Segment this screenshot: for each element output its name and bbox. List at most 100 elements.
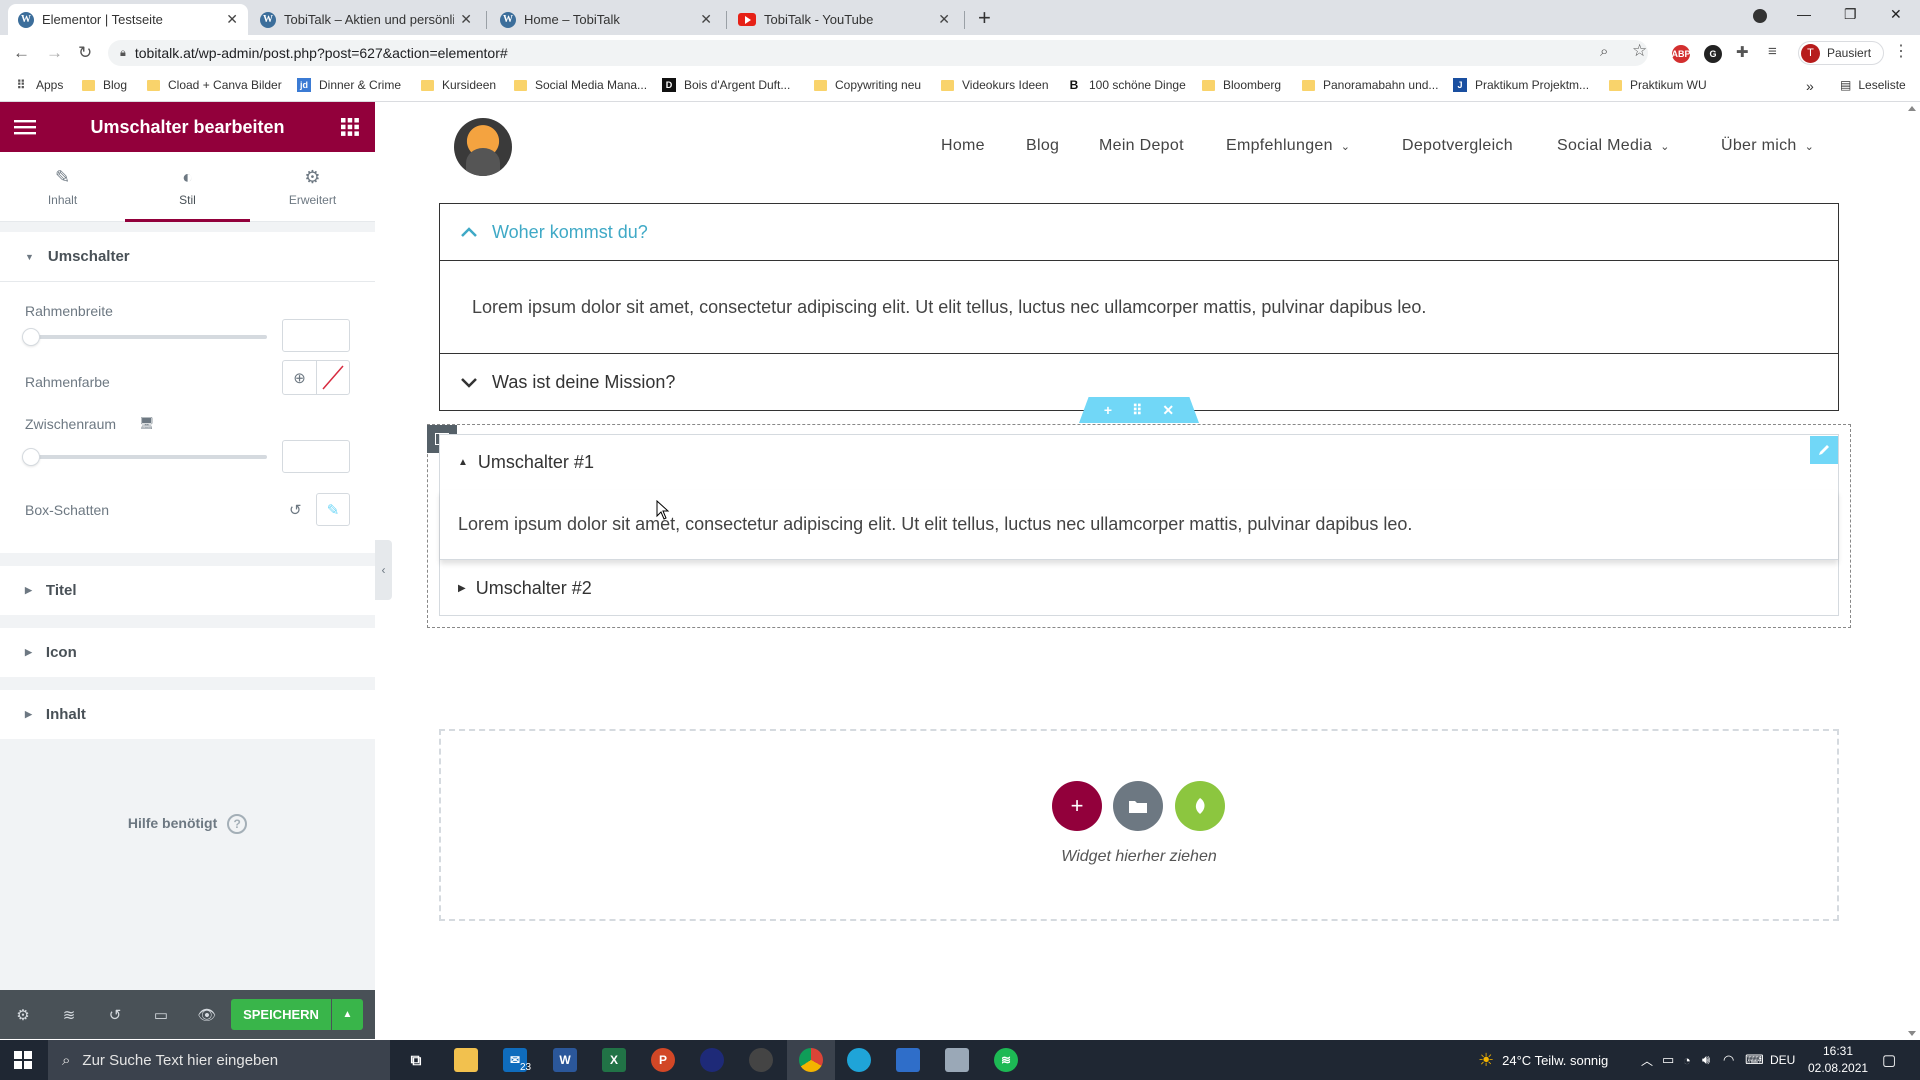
collapse-panel-icon[interactable]: ‹ <box>375 540 392 600</box>
spacing-slider[interactable] <box>22 448 267 466</box>
bookmark-bloomberg[interactable]: Bloomberg <box>1202 78 1281 92</box>
tray-icon[interactable]: ▭ <box>1662 1040 1674 1080</box>
widgets-grid-icon[interactable] <box>325 118 375 136</box>
bookmark-social-media[interactable]: Social Media Mana... <box>514 78 647 92</box>
edit-pencil-icon[interactable]: ✎ <box>316 493 350 526</box>
notepad-icon[interactable] <box>945 1048 969 1072</box>
add-section-icon[interactable]: + <box>1104 402 1112 418</box>
preview-eye-icon[interactable]: 👁︎ <box>184 1006 230 1024</box>
obs-icon[interactable] <box>749 1048 773 1072</box>
template-library-folder-icon[interactable] <box>1113 781 1163 831</box>
accordion-item-title[interactable]: Woher kommst du? <box>440 204 1838 260</box>
bookmark-star-icon[interactable]: ☆ <box>1632 41 1647 61</box>
border-width-input[interactable] <box>282 319 350 352</box>
reading-list[interactable]: ▤ Leseliste <box>1840 78 1906 92</box>
browser-tab-youtube[interactable]: TobiTalk - YouTube ✕ <box>728 4 960 35</box>
slider-handle[interactable] <box>22 448 40 466</box>
zoom-icon[interactable]: ⌕ <box>1600 43 1608 60</box>
keyboard-icon[interactable]: ⌨ <box>1745 1040 1764 1080</box>
back-icon[interactable]: ← <box>13 43 30 63</box>
bookmark-dinner-crime[interactable]: jd Dinner & Crime <box>297 78 401 92</box>
media-icon[interactable]: ≡ <box>1768 43 1777 60</box>
section-icon[interactable]: ▶ Icon <box>0 628 375 677</box>
tab-stil[interactable]: ◐ Stil <box>125 152 250 222</box>
bookmark-praktikum-wu[interactable]: Praktikum WU <box>1609 78 1707 92</box>
nav-home[interactable]: Home <box>941 135 985 157</box>
settings-icon[interactable]: ⚙ <box>0 1006 46 1024</box>
nav-empfehlungen[interactable]: Empfehlungen ⌄ <box>1226 135 1350 157</box>
bookmark-videokurs[interactable]: Videokurs Ideen <box>941 78 1049 92</box>
spacing-input[interactable] <box>282 440 350 473</box>
grammarly-icon[interactable]: G <box>1704 45 1722 63</box>
profile-button[interactable]: T Pausiert <box>1798 41 1884 65</box>
nav-ueber-mich[interactable]: Über mich ⌄ <box>1721 135 1814 157</box>
tab-erweitert[interactable]: ⚙ Erweitert <box>250 152 375 221</box>
responsive-mode-icon[interactable]: ▭ <box>138 1006 184 1024</box>
tab-search-icon[interactable] <box>1753 9 1767 23</box>
wifi-icon[interactable]: ◠ <box>1723 1040 1734 1080</box>
network-icon[interactable]: ◔ <box>1683 1040 1691 1080</box>
bookmark-100-dinge[interactable]: B 100 schöne Dinge <box>1067 78 1186 92</box>
close-icon[interactable]: ✕ <box>226 11 238 28</box>
new-tab-icon[interactable]: + <box>978 5 991 31</box>
file-explorer-icon[interactable] <box>454 1048 478 1072</box>
volume-icon[interactable]: 🔊︎ <box>1702 1040 1710 1080</box>
drag-handle-icon[interactable]: ⠿ <box>1132 402 1142 419</box>
more-bookmarks-icon[interactable]: » <box>1806 78 1814 94</box>
color-picker-button[interactable] <box>316 360 350 395</box>
forward-icon[interactable]: → <box>46 43 63 63</box>
browser-tab-tobitalk[interactable]: W TobiTalk – Aktien und persönlich… ✕ <box>250 4 482 35</box>
nav-depotvergleich[interactable]: Depotvergleich <box>1402 135 1513 157</box>
navigator-layers-icon[interactable]: ≋ <box>46 1006 92 1024</box>
powerpoint-icon[interactable]: P <box>651 1048 675 1072</box>
bookmark-apps[interactable]: ⠿ Apps <box>14 78 64 92</box>
bookmark-bois-argent[interactable]: D Bois d'Argent Duft... <box>662 78 790 92</box>
history-icon[interactable]: ↺ <box>92 1006 138 1024</box>
weather-widget[interactable]: ☀ 24°C Teilw. sonnig <box>1478 1040 1608 1080</box>
reload-icon[interactable]: ↻ <box>78 43 92 63</box>
bookmark-panoramabahn[interactable]: Panoramabahn und... <box>1302 78 1438 92</box>
edit-widget-pencil-icon[interactable] <box>1810 436 1838 464</box>
section-titel[interactable]: ▶ Titel <box>0 566 375 615</box>
nav-blog[interactable]: Blog <box>1026 135 1059 157</box>
excel-icon[interactable]: X <box>602 1048 626 1072</box>
tray-chevron-icon[interactable]: ︿ <box>1641 1040 1653 1080</box>
window-close-icon[interactable]: ✕ <box>1890 6 1902 23</box>
global-colors-icon[interactable]: ⊕ <box>282 360 317 395</box>
bookmark-canva[interactable]: Cload + Canva Bilder <box>147 78 282 92</box>
bookmark-praktikum-projekt[interactable]: J Praktikum Projektm... <box>1453 78 1589 92</box>
tab-inhalt[interactable]: ✎ Inhalt <box>0 152 125 221</box>
bookmark-copywriting[interactable]: Copywriting neu <box>814 78 921 92</box>
clock[interactable]: 16:31 02.08.2021 <box>1808 1043 1868 1077</box>
url-bar[interactable]: 🔒︎ tobitalk.at/wp-admin/post.php?post=62… <box>108 40 1648 66</box>
reset-icon[interactable]: ↺ <box>289 501 302 519</box>
task-view-icon[interactable]: ⧉ <box>404 1048 428 1072</box>
envato-kit-icon[interactable] <box>1175 781 1225 831</box>
section-umschalter[interactable]: ▼ Umschalter <box>0 232 375 281</box>
nav-social-media[interactable]: Social Media ⌄ <box>1557 135 1670 157</box>
section-handle[interactable]: + ⠿ ✕ <box>1079 397 1199 423</box>
chrome-icon[interactable] <box>799 1048 823 1072</box>
browser-tab-home[interactable]: W Home – TobiTalk ✕ <box>490 4 722 35</box>
bookmark-blog[interactable]: Blog <box>82 78 127 92</box>
app-icon[interactable] <box>700 1048 724 1072</box>
minimize-icon[interactable]: — <box>1797 6 1811 22</box>
close-icon[interactable]: ✕ <box>938 11 950 28</box>
nav-mein-depot[interactable]: Mein Depot <box>1099 135 1184 157</box>
toggle-item-title[interactable]: ▲ Umschalter #1 <box>440 435 1838 490</box>
toggle-item-title[interactable]: ▶ Umschalter #2 <box>440 560 1838 616</box>
app-icon[interactable] <box>896 1048 920 1072</box>
close-icon[interactable]: ✕ <box>700 11 712 28</box>
taskbar-search[interactable]: ⌕ Zur Suche Text hier eingeben <box>48 1040 390 1080</box>
adblock-icon[interactable]: ABP <box>1672 45 1691 63</box>
bookmark-kursideen[interactable]: Kursideen <box>421 78 496 92</box>
border-width-slider[interactable] <box>22 328 267 346</box>
hamburger-menu-icon[interactable] <box>0 119 50 135</box>
add-new-section-icon[interactable]: + <box>1052 781 1102 831</box>
close-icon[interactable]: ✕ <box>460 11 472 28</box>
extensions-icon[interactable]: ✚ <box>1736 43 1749 61</box>
save-button[interactable]: SPEICHERN <box>231 999 331 1030</box>
kebab-menu-icon[interactable]: ⋮ <box>1893 41 1909 61</box>
page-scrollbar[interactable] <box>1904 102 1920 1040</box>
site-logo-avatar[interactable] <box>454 118 512 176</box>
